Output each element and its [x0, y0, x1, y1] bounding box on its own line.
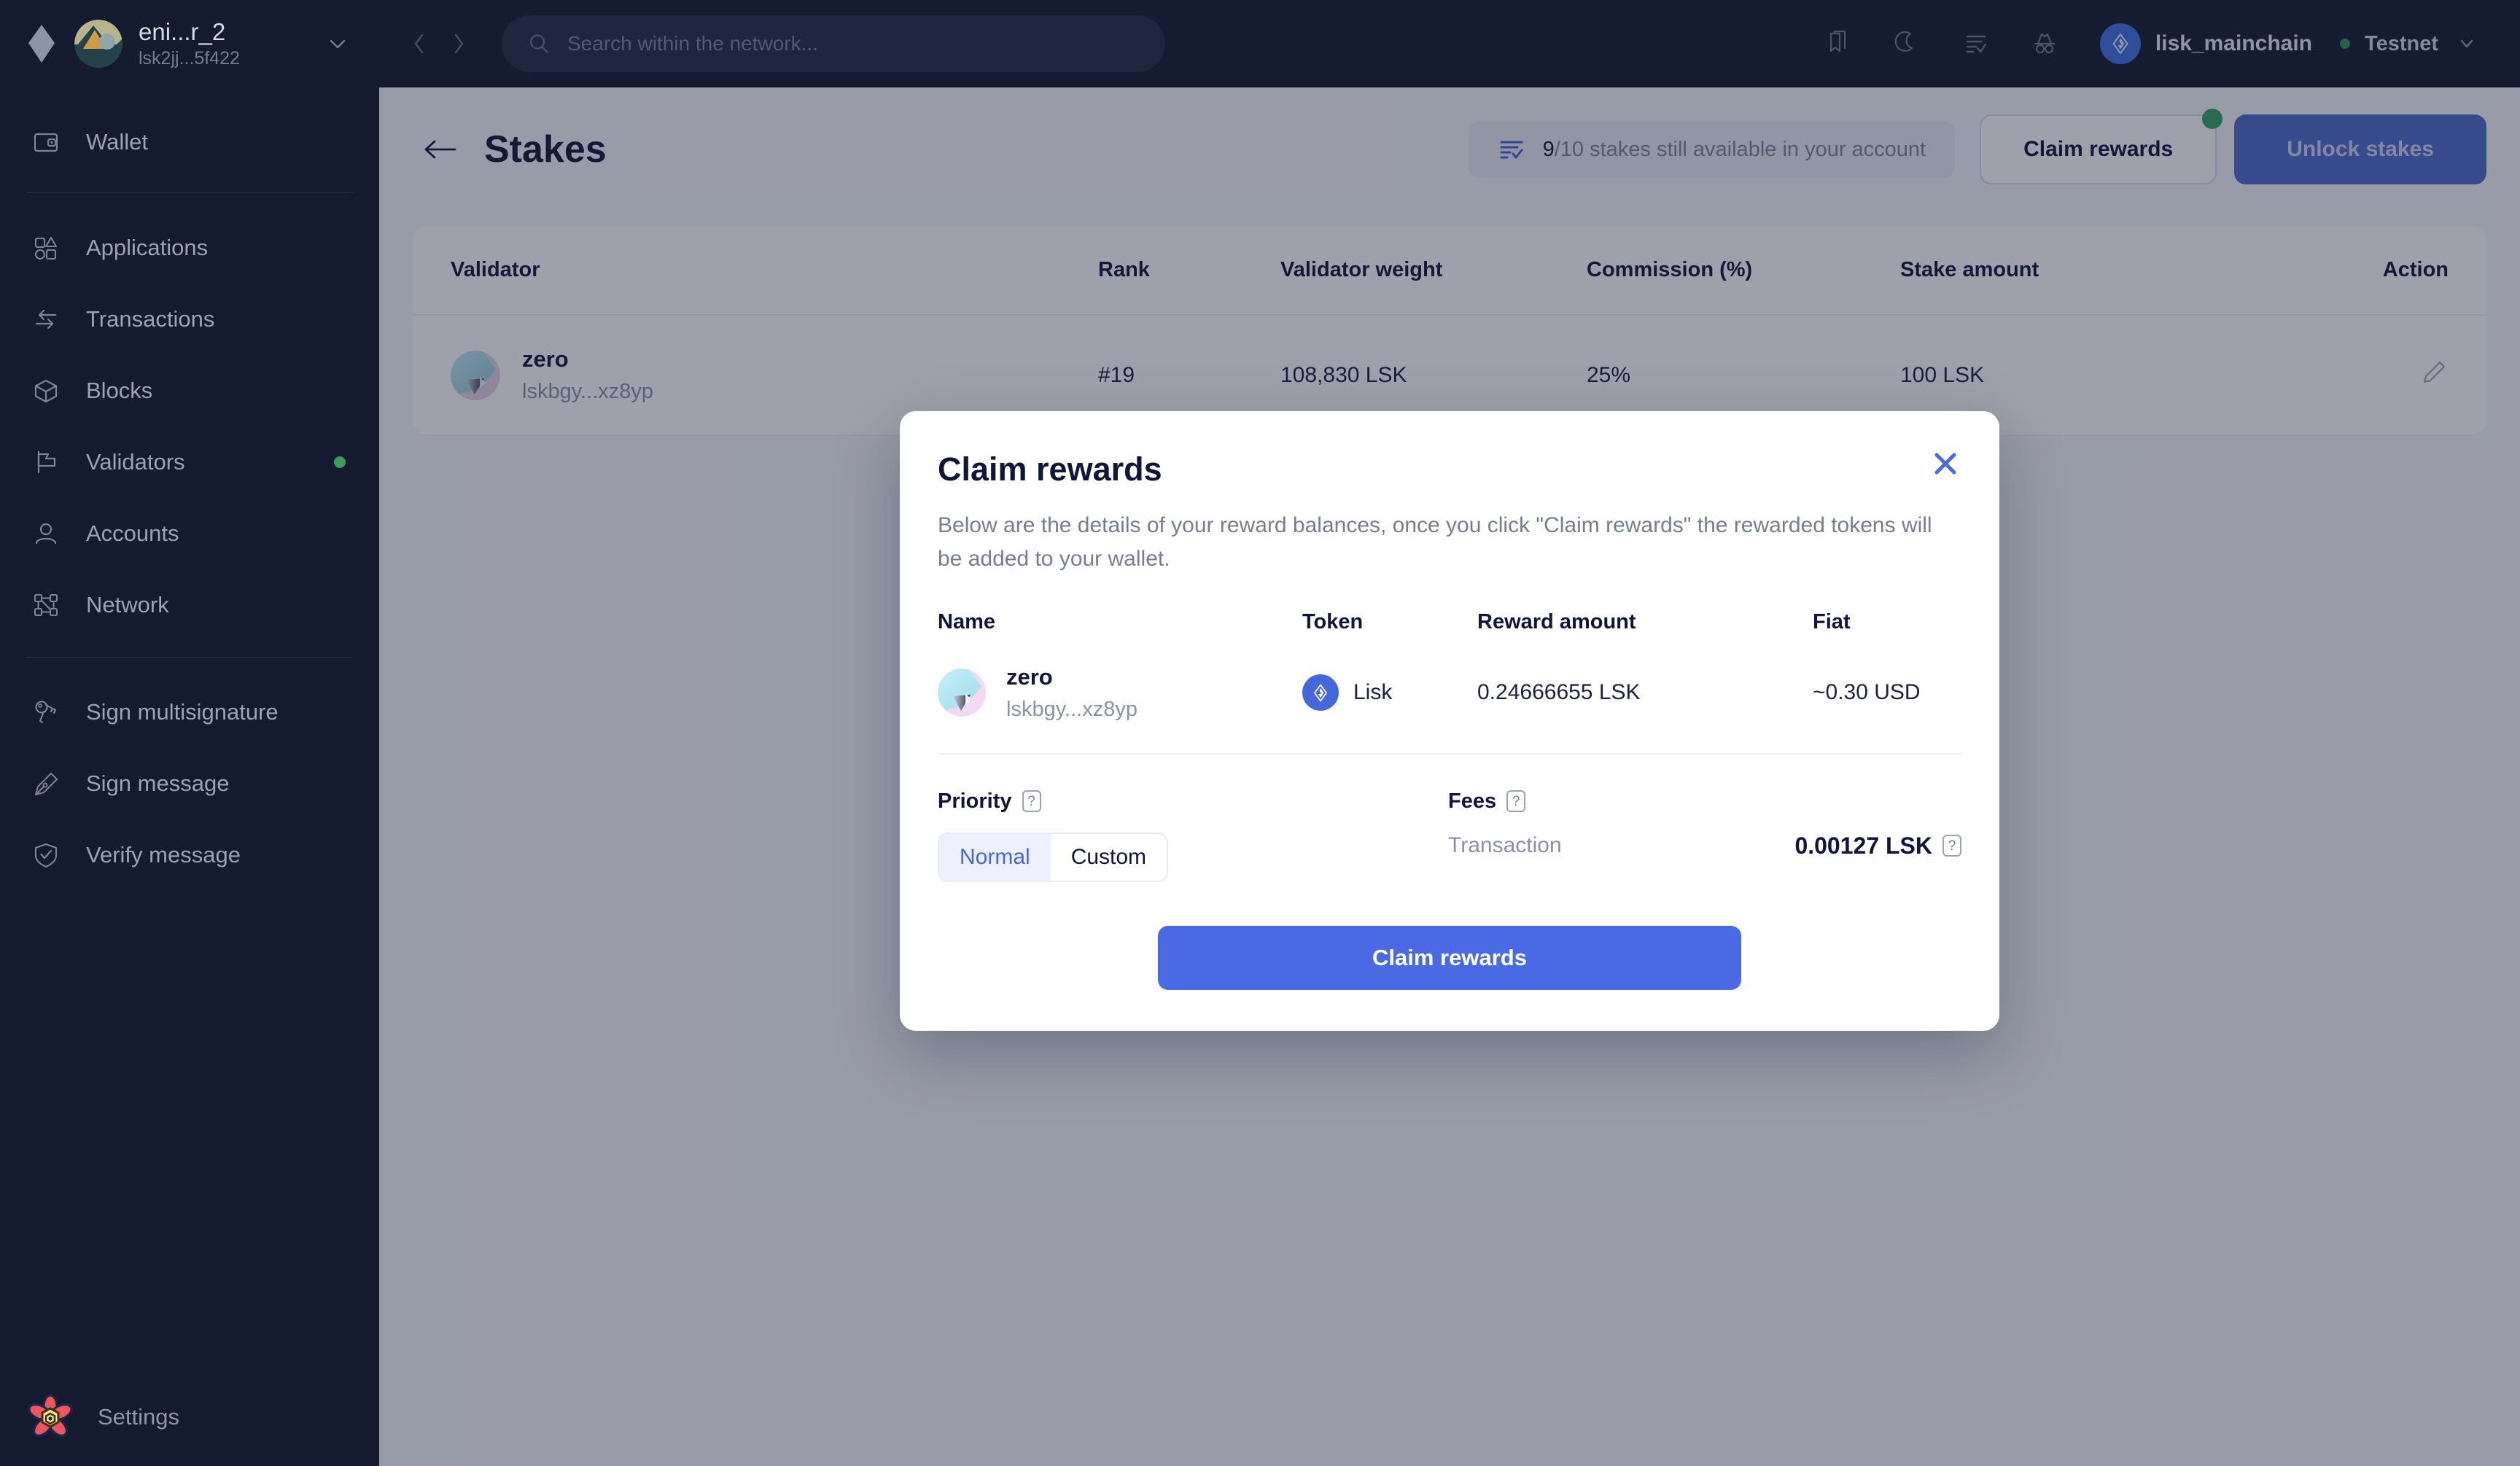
keys-icon [31, 697, 61, 728]
fees-label: Fees [1448, 789, 1497, 813]
fee-value-group: 0.00127 LSK ? [1794, 833, 1961, 859]
th-token: Token [1302, 610, 1364, 634]
priority-fees-row: Priority ? Normal Custom Fees ? Transact… [938, 789, 1961, 882]
sidebar-item-blocks[interactable]: Blocks [0, 355, 379, 426]
cell-name: zero lskbgy...xz8yp [938, 643, 1302, 745]
app-root: eni...r_2 lsk2jj...5f422 Wallet Applicat… [0, 0, 2520, 1466]
th-fiat: Fiat [1813, 610, 1851, 634]
cell-fiat: ~0.30 USD [1813, 680, 1921, 705]
sidebar-account-info: eni...r_2 lsk2jj...5f422 [139, 17, 309, 71]
th-reward-amount: Reward amount [1477, 610, 1636, 634]
sidebar-item-network[interactable]: Network [0, 569, 379, 641]
th-name: Name [938, 610, 995, 634]
fees-label-row: Fees ? [1448, 789, 1961, 814]
chevron-down-icon[interactable] [325, 31, 350, 56]
sidebar-nav: Wallet Applications Transactions Blocks … [0, 87, 379, 891]
modal-title: Claim rewards [938, 451, 1162, 488]
validators-icon [31, 447, 61, 477]
sidebar-settings[interactable]: Settings [0, 1392, 379, 1466]
sidebar-account-switcher[interactable]: eni...r_2 lsk2jj...5f422 [0, 0, 379, 87]
modal-divider [938, 752, 1961, 755]
cell-token: Lisk [1302, 643, 1477, 745]
token-cell: Lisk [1302, 674, 1477, 711]
pen-icon [31, 768, 61, 799]
sidebar-item-label: Network [86, 592, 169, 617]
fees-section: Fees ? Transaction 0.00127 LSK ? [1448, 789, 1961, 882]
sidebar-item-sign-message[interactable]: Sign message [0, 748, 379, 819]
lisk-token-icon [1302, 674, 1339, 711]
fee-name: Transaction [1448, 833, 1562, 858]
applications-icon [31, 233, 61, 263]
blocks-icon [31, 375, 61, 406]
transactions-icon [31, 304, 61, 335]
rewards-table-head: Name Token Reward amount Fiat [938, 610, 1961, 643]
close-icon[interactable] [1929, 448, 1961, 480]
fee-line: Transaction 0.00127 LSK ? [1448, 833, 1961, 859]
sidebar-item-label: Applications [86, 235, 209, 260]
sidebar-item-label: Wallet [86, 129, 148, 155]
network-icon [31, 590, 61, 620]
priority-help-icon[interactable]: ? [1022, 790, 1041, 813]
status-dot [334, 456, 346, 468]
cell-reward-amount: 0.24666655 LSK [1477, 680, 1641, 705]
sidebar-item-accounts[interactable]: Accounts [0, 498, 379, 569]
settings-label: Settings [98, 1404, 180, 1430]
modal-description: Below are the details of your reward bal… [938, 513, 1932, 571]
table-row: zero lskbgy...xz8yp Lisk 0.24666655 LSK … [938, 643, 1961, 745]
claim-rewards-modal: Claim rewards Below are the details of y… [900, 411, 1999, 1031]
priority-label-row: Priority ? [938, 789, 1448, 814]
fee-value-help-icon[interactable]: ? [1942, 835, 1961, 857]
sidebar-item-label: Verify message [86, 842, 241, 867]
sidebar-item-label: Accounts [86, 520, 179, 546]
rewards-table-body: zero lskbgy...xz8yp Lisk 0.24666655 LSK … [938, 643, 1961, 745]
wallet-icon [31, 127, 61, 157]
sidebar-item-label: Transactions [86, 306, 215, 332]
priority-option-normal[interactable]: Normal [939, 833, 1051, 881]
sidebar-divider-2 [26, 657, 353, 658]
reward-address: lskbgy...xz8yp [1006, 697, 1138, 721]
sidebar-item-label: Validators [86, 449, 185, 475]
main-content: lisk_mainchain Testnet Stakes [379, 0, 2520, 1466]
sidebar-item-transactions[interactable]: Transactions [0, 284, 379, 355]
avatar [938, 668, 986, 717]
priority-label: Priority [938, 789, 1012, 813]
sidebar-divider-1 [26, 192, 353, 193]
shield-check-icon [31, 840, 61, 870]
sidebar: eni...r_2 lsk2jj...5f422 Wallet Applicat… [0, 0, 379, 1466]
reward-identity: zero lskbgy...xz8yp [938, 662, 1302, 723]
avatar [74, 20, 122, 68]
priority-segmented-control: Normal Custom [938, 832, 1169, 882]
priority-option-custom[interactable]: Custom [1050, 833, 1167, 881]
fee-value: 0.00127 LSK [1794, 832, 1932, 859]
account-name: eni...r_2 [139, 17, 226, 45]
fees-help-icon[interactable]: ? [1506, 790, 1526, 813]
sidebar-item-label: Sign multisignature [86, 699, 279, 725]
sidebar-item-applications[interactable]: Applications [0, 212, 379, 284]
account-address: lsk2jj...5f422 [139, 47, 240, 69]
sidebar-item-label: Blocks [86, 378, 153, 403]
rewards-table: Name Token Reward amount Fiat zero lskbg… [938, 610, 1961, 745]
sidebar-item-sign-multisignature[interactable]: Sign multisignature [0, 677, 379, 748]
modal-claim-rewards-button[interactable]: Claim rewards [1158, 925, 1741, 990]
rewards-header-row: Name Token Reward amount Fiat [938, 610, 1961, 643]
settings-flower-icon [25, 1392, 76, 1443]
priority-section: Priority ? Normal Custom [938, 789, 1448, 882]
reward-name: zero [1006, 664, 1053, 690]
token-name: Lisk [1353, 680, 1393, 705]
accounts-icon [31, 518, 61, 549]
sidebar-item-verify-message[interactable]: Verify message [0, 819, 379, 891]
sidebar-item-label: Sign message [86, 771, 230, 796]
sidebar-item-wallet[interactable]: Wallet [0, 106, 379, 178]
sidebar-item-validators[interactable]: Validators [0, 426, 379, 498]
lisk-logo-icon [25, 23, 58, 64]
reward-text: zero lskbgy...xz8yp [1006, 662, 1138, 723]
